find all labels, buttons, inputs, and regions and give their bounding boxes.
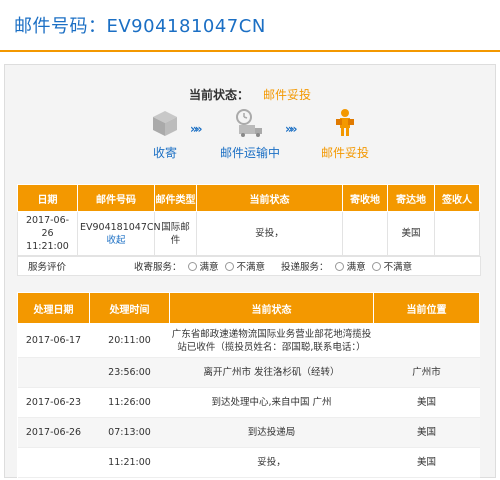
track-date: 2017-06-26 bbox=[17, 417, 90, 448]
track-time: 11:26:00 bbox=[89, 387, 170, 418]
col-track-status: 当前状态 bbox=[169, 292, 374, 324]
step-delivered-label: 邮件妥投 bbox=[320, 146, 369, 160]
track-time: 07:13:00 bbox=[89, 417, 170, 448]
track-status: 到达投递局 bbox=[169, 417, 374, 448]
track-row: 11:21:00 妥投， 美国 bbox=[17, 447, 480, 478]
step-collect: 收寄 bbox=[135, 108, 195, 161]
mail-number-cell: EV904181047CN 收起 bbox=[77, 211, 161, 256]
col-process-date: 处理日期 bbox=[17, 292, 90, 324]
current-status: 当前状态： 邮件妥投 bbox=[0, 86, 500, 103]
track-row: 2017-06-23 11:26:00 到达处理中心,来自中国 广州 美国 bbox=[17, 387, 480, 418]
mail-info-table: 日期 邮件号码 邮件类型 当前状态 寄收地 寄达地 签收人 2017-06-26… bbox=[17, 184, 480, 256]
col-track-location: 当前位置 bbox=[373, 292, 480, 324]
track-row: 2017-06-17 20:11:00 广东省邮政速递物流国际业务营业部花地湾揽… bbox=[17, 323, 480, 358]
track-status: 到达处理中心,来自中国 广州 bbox=[169, 387, 374, 418]
delivery-person-icon bbox=[336, 109, 354, 136]
track-date bbox=[17, 447, 90, 478]
col-origin: 寄收地 bbox=[342, 184, 388, 212]
deliver-satisfied-radio[interactable] bbox=[334, 261, 344, 271]
col-signer: 签收人 bbox=[434, 184, 480, 212]
current-status-value: 邮件妥投 bbox=[263, 88, 312, 102]
collect-unsatisfied-radio[interactable] bbox=[224, 261, 234, 271]
page-title: 邮件号码：EV904181047CN bbox=[14, 16, 266, 37]
track-location bbox=[373, 323, 480, 358]
service-rating: 服务评价 收寄服务： 满意 不满意 投递服务： 满意 不满意 bbox=[17, 256, 481, 276]
step-transit: 邮件运输中 bbox=[220, 108, 280, 161]
service-rating-label: 服务评价 bbox=[27, 262, 66, 273]
track-status: 广东省邮政速递物流国际业务营业部花地湾揽投站已收件（揽投员姓名：邵国聪,联系电话… bbox=[169, 323, 374, 358]
col-process-time: 处理时间 bbox=[89, 292, 170, 324]
mail-date: 2017-06-26 11:21:00 bbox=[17, 211, 78, 256]
track-status: 妥投， bbox=[169, 447, 374, 478]
mail-type: 国际邮件 bbox=[154, 211, 197, 256]
step-transit-label: 邮件运输中 bbox=[220, 146, 281, 160]
mail-origin bbox=[342, 211, 388, 256]
deliver-unsatisfied-label: 不满意 bbox=[383, 262, 413, 273]
col-mail-number: 邮件号码 bbox=[77, 184, 155, 212]
track-time: 20:11:00 bbox=[89, 323, 170, 358]
track-row: 23:56:00 离开广州市 发往洛杉矶（经转） 广州市 bbox=[17, 357, 480, 388]
track-time: 11:21:00 bbox=[89, 447, 170, 478]
step-delivered: 邮件妥投 bbox=[315, 108, 375, 161]
col-current-status: 当前状态 bbox=[196, 184, 343, 212]
progress-steps: 收寄 »» 邮件运输中 »» 邮件妥投 bbox=[135, 108, 375, 164]
mail-info-row: 2017-06-26 11:21:00 EV904181047CN 收起 国际邮… bbox=[17, 211, 480, 256]
collect-service-label: 收寄服务： bbox=[134, 262, 182, 273]
current-status-label: 当前状态： bbox=[188, 88, 249, 102]
step-arrow-2: »» bbox=[285, 122, 297, 136]
deliver-unsatisfied-radio[interactable] bbox=[371, 261, 381, 271]
track-date bbox=[17, 357, 90, 388]
track-time: 23:56:00 bbox=[89, 357, 170, 388]
track-row: 2017-06-26 07:13:00 到达投递局 美国 bbox=[17, 417, 480, 448]
collect-unsatisfied-label: 不满意 bbox=[236, 262, 266, 273]
track-date: 2017-06-17 bbox=[17, 323, 90, 358]
step-arrow-1: »» bbox=[190, 122, 202, 136]
box-icon bbox=[153, 111, 177, 136]
track-location: 广州市 bbox=[373, 357, 480, 388]
collapse-link[interactable]: 收起 bbox=[106, 235, 125, 246]
mail-number: EV904181047CN bbox=[80, 221, 161, 233]
col-mail-type: 邮件类型 bbox=[154, 184, 197, 212]
deliver-satisfied-label: 满意 bbox=[346, 262, 366, 273]
col-date: 日期 bbox=[17, 184, 78, 212]
tracking-table: 处理日期 处理时间 当前状态 当前位置 2017-06-17 20:11:00 … bbox=[17, 292, 480, 478]
collect-satisfied-label: 满意 bbox=[199, 262, 219, 273]
track-status: 离开广州市 发往洛杉矶（经转） bbox=[169, 357, 374, 388]
col-destination: 寄达地 bbox=[387, 184, 435, 212]
mail-destination: 美国 bbox=[387, 211, 435, 256]
page-header: 邮件号码：EV904181047CN bbox=[0, 0, 500, 52]
mail-status: 妥投， bbox=[196, 211, 343, 256]
track-location: 美国 bbox=[373, 387, 480, 418]
collect-satisfied-radio[interactable] bbox=[187, 261, 197, 271]
deliver-service-label: 投递服务： bbox=[281, 262, 329, 273]
step-collect-label: 收寄 bbox=[152, 146, 177, 160]
truck-clock-icon bbox=[236, 109, 262, 137]
track-date: 2017-06-23 bbox=[17, 387, 90, 418]
track-location: 美国 bbox=[373, 447, 480, 478]
mail-signer bbox=[434, 211, 480, 256]
track-location: 美国 bbox=[373, 417, 480, 448]
